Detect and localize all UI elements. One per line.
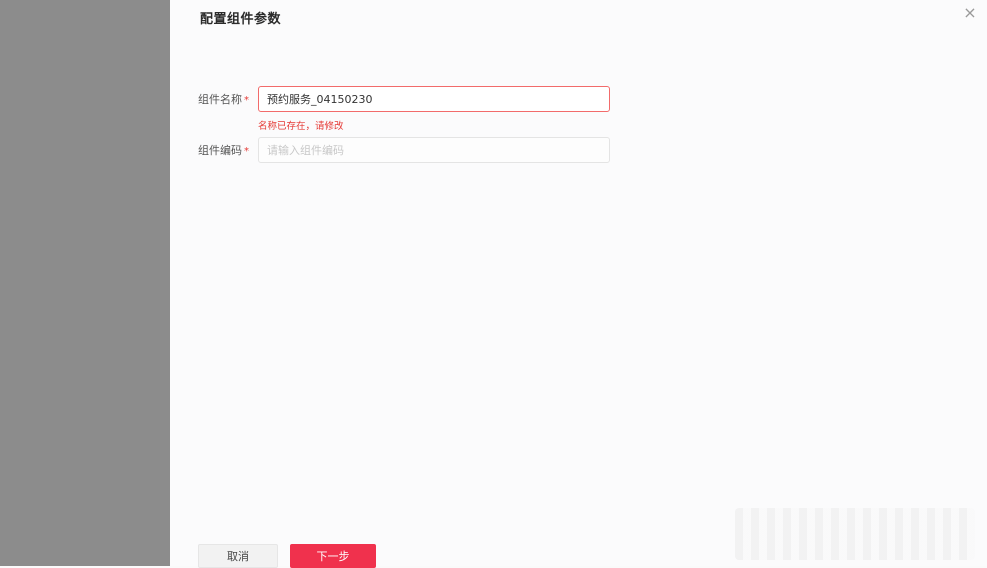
- component-name-label-text: 组件名称: [198, 93, 242, 106]
- close-icon[interactable]: ×: [961, 4, 979, 22]
- component-name-error: 名称已存在，请修改: [258, 121, 344, 132]
- component-code-input[interactable]: [258, 137, 610, 163]
- component-code-label: 组件编码 *: [198, 142, 258, 158]
- component-name-input[interactable]: [258, 86, 610, 112]
- next-step-button[interactable]: 下一步: [290, 544, 376, 568]
- form-row-component-name: 组件名称 *: [198, 86, 610, 112]
- drawer-title: 配置组件参数: [200, 12, 282, 27]
- watermark-image: [735, 508, 975, 560]
- config-drawer: 配置组件参数 × 组件名称* 名称已存在，请修改 组件编码* 取消 下一步: [170, 0, 987, 568]
- modal-overlay[interactable]: [0, 0, 170, 566]
- component-name-label: 组件名称 *: [198, 91, 258, 107]
- component-code-label-text: 组件编码: [198, 144, 242, 157]
- drawer-footer: 取消 下一步: [198, 544, 376, 568]
- required-mark: *: [244, 95, 249, 106]
- form-row-component-code: 组件编码 *: [198, 137, 610, 163]
- cancel-button[interactable]: 取消: [198, 544, 278, 568]
- required-mark: *: [244, 146, 249, 157]
